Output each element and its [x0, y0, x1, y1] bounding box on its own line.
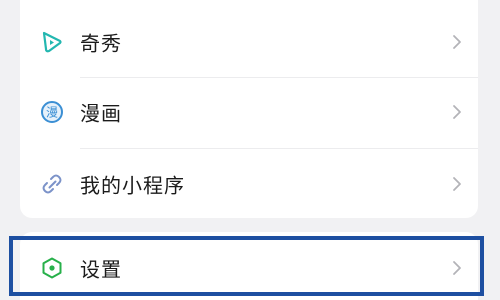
- menu-item-label: 漫画: [80, 101, 122, 126]
- chevron-right-icon: [452, 176, 462, 192]
- svg-text:漫: 漫: [46, 106, 58, 120]
- menu-item-label: 奇秀: [80, 31, 122, 56]
- chevron-right-icon: [452, 104, 462, 120]
- menu-item-label: 我的小程序: [80, 173, 185, 198]
- mini-program-link-icon: [40, 172, 64, 196]
- settings-highlight-frame: [9, 236, 484, 296]
- qixiu-play-icon: [40, 30, 64, 54]
- chevron-right-icon: [452, 34, 462, 50]
- menu-item-manhua[interactable]: 漫 漫画: [20, 76, 478, 148]
- menu-item-mini-programs[interactable]: 我的小程序: [20, 148, 478, 220]
- manhua-comic-icon: 漫: [40, 100, 64, 124]
- settings-menu-screen: 奇秀 漫 漫画 我的小程序 设置: [0, 0, 500, 300]
- menu-card: 奇秀 漫 漫画 我的小程序: [20, 0, 478, 218]
- menu-item-qixiu[interactable]: 奇秀: [20, 6, 478, 78]
